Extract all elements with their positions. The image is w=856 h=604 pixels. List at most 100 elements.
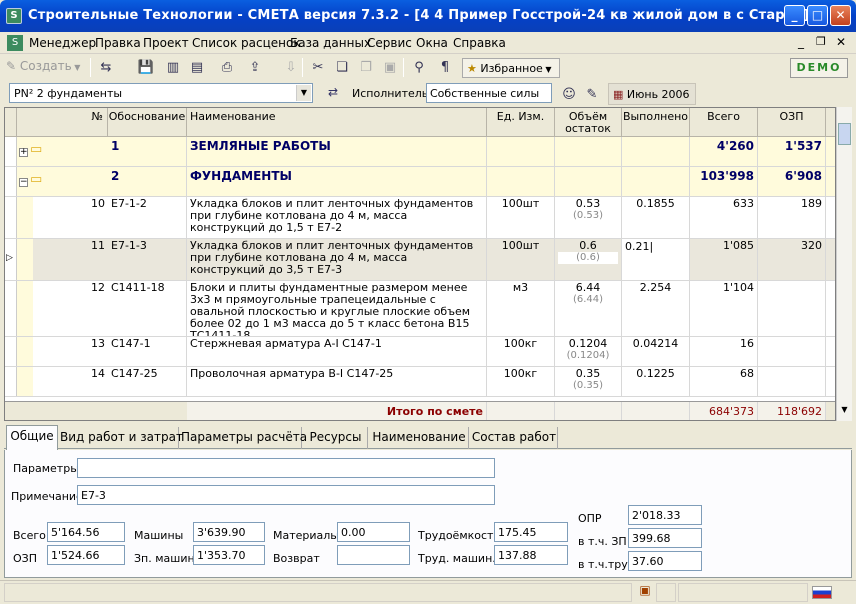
main-toolbar: ✎ Создать ▼ ⇆ 💾 ▥ ▤ ⎙ ⇪ ⇩ ✂ ❏ ❐ ▣ ⚲ ¶ ★ …: [0, 55, 856, 80]
machines-label: Машины: [134, 529, 184, 542]
menu-edit[interactable]: Правка: [95, 36, 141, 50]
incl-labor-label: в т.ч.труд: [578, 558, 636, 571]
return-label: Возврат: [273, 552, 320, 565]
close-button[interactable]: ✕: [830, 5, 851, 26]
incl-labor-field[interactable]: 37.60: [628, 551, 702, 571]
machines-field[interactable]: 3'639.90: [193, 522, 265, 542]
col-header-unit[interactable]: Ед. Изм.: [487, 108, 555, 137]
paragraph-icon[interactable]: ¶: [434, 57, 456, 79]
row-total: 633: [690, 197, 758, 238]
child-restore-icon[interactable]: ❐: [816, 35, 826, 48]
group-row[interactable]: + ▭ 1 ЗЕМЛЯНЫЕ РАБОТЫ 4'260 1'537: [5, 137, 835, 167]
note-label: Примечание: [11, 490, 83, 503]
minimize-button[interactable]: _: [784, 5, 805, 26]
col-header-volume[interactable]: Объём остаток: [555, 108, 622, 137]
tab-work-types[interactable]: Вид работ и затрат: [60, 427, 183, 449]
language-flag-icon[interactable]: [812, 586, 832, 599]
menu-rates-list[interactable]: Список расценок: [192, 36, 301, 50]
edit-icon[interactable]: ✎: [581, 84, 603, 106]
group-num: 2: [108, 167, 187, 196]
paste-special-icon[interactable]: ▣: [379, 57, 401, 79]
table-row[interactable]: 13 С147-1 Стержневая арматура А-I С147-1…: [5, 337, 835, 367]
maximize-button[interactable]: □: [807, 5, 828, 26]
opr-field[interactable]: 2'018.33: [628, 505, 702, 525]
col-header-name[interactable]: Наименование: [187, 108, 487, 137]
table-row-selected[interactable]: ▷ 11 Е7-1-3 Укладка блоков и плит ленточ…: [5, 239, 835, 281]
chart-icon[interactable]: ▥: [162, 57, 184, 79]
collapse-icon[interactable]: −: [19, 178, 28, 187]
row-unit: 100шт: [487, 197, 555, 238]
row-unit: м3: [487, 281, 555, 336]
row-done[interactable]: 2.254: [622, 281, 690, 336]
export-icon[interactable]: ⇪: [244, 57, 266, 79]
find-icon[interactable]: ⚲: [408, 57, 430, 79]
archive-icon[interactable]: ▣: [636, 583, 654, 602]
executor-icon[interactable]: ⇄: [328, 85, 338, 99]
row-done[interactable]: 0.1225: [622, 367, 690, 396]
zp-machines-field[interactable]: 1'353.70: [193, 545, 265, 565]
favorites-dropdown[interactable]: ★ Избранное ▼: [462, 58, 560, 78]
doc-icon[interactable]: S: [7, 35, 23, 51]
col-header-done[interactable]: Выполнено: [622, 108, 690, 137]
create-button[interactable]: ✎ Создать ▼: [6, 59, 80, 73]
tab-calc-params[interactable]: Параметры расчёта: [181, 427, 307, 449]
child-close-icon[interactable]: ✕: [836, 35, 846, 49]
report-icon[interactable]: ▤: [186, 57, 208, 79]
save-icon[interactable]: 💾: [135, 57, 157, 79]
row-basis: Е7-1-2: [108, 197, 187, 238]
row-remain: (0.35): [572, 380, 604, 391]
table-row[interactable]: 14 С147-25 Проволочная арматура В-I С147…: [5, 367, 835, 397]
menu-service[interactable]: Сервис: [367, 36, 412, 50]
import-icon[interactable]: ⇩: [280, 57, 302, 79]
user-icon[interactable]: ☺: [558, 84, 580, 106]
navigate-icon[interactable]: ⇆: [95, 57, 117, 79]
paste-icon[interactable]: ❐: [355, 57, 377, 79]
incl-zp-field[interactable]: 399.68: [628, 528, 702, 548]
menu-help[interactable]: Справка: [453, 36, 506, 50]
note-field[interactable]: Е7-3: [77, 485, 495, 505]
total-field[interactable]: 5'164.56: [47, 522, 125, 542]
table-row[interactable]: 10 Е7-1-2 Укладка блоков и плит ленточны…: [5, 197, 835, 239]
tab-resources[interactable]: Ресурсы: [304, 427, 368, 449]
tab-work-composition[interactable]: Состав работ: [471, 427, 558, 449]
table-row[interactable]: 12 С1411-18 Блоки и плиты фундаментные р…: [5, 281, 835, 337]
labor-machines-field[interactable]: 137.88: [494, 545, 568, 565]
cut-icon[interactable]: ✂: [307, 57, 329, 79]
row-volume: 0.6: [579, 239, 597, 252]
tab-name[interactable]: Наименование: [370, 427, 469, 449]
child-minimize-icon[interactable]: _: [798, 35, 804, 49]
row-total: 16: [690, 337, 758, 366]
section-select[interactable]: РN² 2 фундаменты ▼: [9, 83, 313, 103]
menu-windows[interactable]: Окна: [416, 36, 448, 50]
col-header-total[interactable]: Всего: [690, 108, 758, 137]
print-icon[interactable]: ⎙: [216, 57, 238, 79]
date-button[interactable]: ▦ Июнь 2006: [608, 83, 696, 105]
ozp-field[interactable]: 1'524.66: [47, 545, 125, 565]
grid-vertical-scrollbar[interactable]: ▼: [836, 107, 852, 421]
menu-database[interactable]: База данных: [290, 36, 371, 50]
col-header-ozp[interactable]: ОЗП: [758, 108, 826, 137]
row-done[interactable]: 0.1855: [622, 197, 690, 238]
col-header-basis[interactable]: Обоснование: [108, 108, 187, 137]
tab-general[interactable]: Общие: [6, 425, 58, 450]
scroll-down-icon[interactable]: ▼: [838, 405, 851, 419]
group-row[interactable]: − ▭ 2 ФУНДАМЕНТЫ 103'998 6'908: [5, 167, 835, 197]
params-field[interactable]: [77, 458, 495, 478]
footer-label: Итого по смете: [187, 402, 487, 420]
copy-icon[interactable]: ❏: [331, 57, 353, 79]
return-field[interactable]: [337, 545, 410, 565]
executor-field[interactable]: Собственные силы: [426, 83, 552, 103]
group-name: ФУНДАМЕНТЫ: [187, 167, 487, 196]
app-icon[interactable]: S: [6, 8, 22, 24]
row-done[interactable]: 0.04214: [622, 337, 690, 366]
labor-field[interactable]: 175.45: [494, 522, 568, 542]
row-name: Блоки и плиты фундаментные размером мене…: [187, 281, 487, 336]
expand-icon[interactable]: +: [19, 148, 28, 157]
col-header-num[interactable]: №: [17, 108, 108, 137]
menu-manager[interactable]: Менеджер: [29, 36, 96, 50]
materials-field[interactable]: 0.00: [337, 522, 410, 542]
row-done-editor[interactable]: 0.21|: [622, 239, 690, 280]
row-name: Проволочная арматура В-I С147-25: [187, 367, 487, 396]
menu-project[interactable]: Проект: [143, 36, 189, 50]
group-ozp: 6'908: [758, 167, 826, 196]
